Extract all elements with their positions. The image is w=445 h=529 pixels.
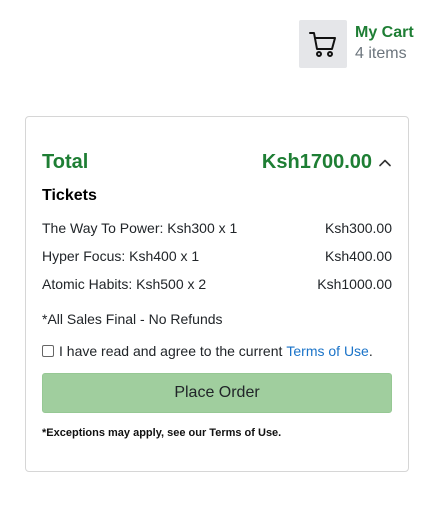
ticket-row: Atomic Habits: Ksh500 x 2 Ksh1000.00 — [42, 275, 392, 303]
order-summary-card: Total Ksh1700.00 Tickets The Way To Powe… — [25, 116, 409, 472]
ticket-amount: Ksh300.00 — [325, 220, 392, 236]
ticket-description: Atomic Habits: Ksh500 x 2 — [42, 276, 207, 292]
cart-widget[interactable]: My Cart 4 items — [299, 20, 414, 68]
ticket-amount: Ksh400.00 — [325, 248, 392, 264]
shopping-cart-icon[interactable] — [299, 20, 347, 68]
ticket-description: The Way To Power: Ksh300 x 1 — [42, 220, 238, 236]
ticket-list: The Way To Power: Ksh300 x 1 Ksh300.00 H… — [42, 219, 392, 303]
ticket-row: Hyper Focus: Ksh400 x 1 Ksh400.00 — [42, 247, 392, 275]
ticket-description: Hyper Focus: Ksh400 x 1 — [42, 248, 200, 264]
agree-checkbox[interactable] — [42, 345, 54, 357]
agree-suffix: . — [368, 343, 373, 359]
total-label: Total — [42, 151, 89, 173]
cart-title[interactable]: My Cart — [355, 23, 414, 43]
chevron-up-icon[interactable] — [378, 158, 392, 168]
agree-text: I have read and agree to the current — [59, 343, 283, 359]
ticket-row: The Way To Power: Ksh300 x 1 Ksh300.00 — [42, 219, 392, 247]
total-row[interactable]: Total Ksh1700.00 — [42, 151, 392, 174]
tickets-section-title: Tickets — [42, 187, 97, 204]
terms-of-use-link[interactable]: Terms of Use — [286, 343, 368, 359]
place-order-button[interactable]: Place Order — [42, 373, 392, 413]
no-refunds-notice: *All Sales Final - No Refunds — [42, 311, 223, 327]
cart-item-count: 4 items — [355, 45, 407, 62]
ticket-amount: Ksh1000.00 — [317, 276, 392, 292]
total-amount: Ksh1700.00 — [261, 151, 372, 173]
exceptions-footnote: *Exceptions may apply, see our Terms of … — [42, 427, 282, 439]
terms-agreement[interactable]: I have read and agree to the current Ter… — [42, 343, 373, 359]
